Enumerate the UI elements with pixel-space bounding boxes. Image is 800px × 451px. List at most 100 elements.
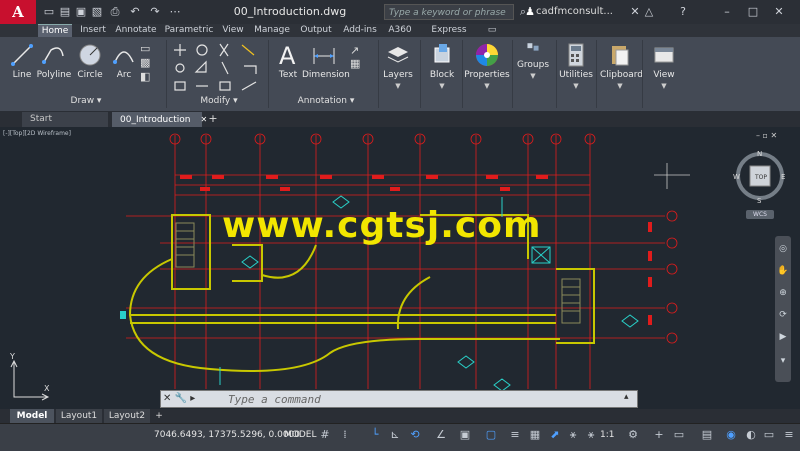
properties-tool[interactable]: Properties ▼	[464, 40, 510, 90]
save-as-icon[interactable]: ▧	[90, 5, 104, 19]
customization-icon[interactable]: ≡	[782, 428, 796, 442]
groups-dropdown-icon[interactable]: ▼	[530, 72, 535, 80]
text-tool[interactable]: A Text	[270, 40, 306, 86]
tab-a360[interactable]: A360	[386, 24, 414, 37]
redo-icon[interactable]: ↷	[148, 5, 162, 19]
properties-dropdown-icon[interactable]: ▼	[484, 82, 489, 90]
clipboard-tool[interactable]: Clipboard ▼	[600, 40, 643, 90]
clean-screen-icon[interactable]: ▭	[762, 428, 776, 442]
wcs-menu[interactable]: WCS	[746, 210, 774, 219]
close-command-line-icon[interactable]: ✕	[163, 393, 171, 404]
draw-panel-title[interactable]: Draw ▾	[56, 96, 116, 108]
showmotion-icon[interactable]: ▶	[777, 332, 789, 342]
polar-icon[interactable]: ⊾	[388, 428, 402, 442]
line-tool[interactable]: Line	[4, 40, 40, 86]
tab-manage[interactable]: Manage	[252, 24, 292, 37]
viewcube[interactable]: TOP N S E W	[732, 147, 788, 207]
model-space-button[interactable]: MODEL	[284, 430, 316, 440]
view-dropdown-icon[interactable]: ▼	[661, 82, 666, 90]
units-icon[interactable]: ▭	[672, 428, 686, 442]
close-icon[interactable]: ✕	[772, 5, 786, 19]
tab-parametric[interactable]: Parametric	[164, 24, 214, 37]
utilities-tool[interactable]: Utilities ▼	[558, 40, 594, 90]
recent-commands-icon[interactable]: ▸	[190, 393, 195, 404]
tab-layout2[interactable]: Layout2	[104, 409, 150, 423]
circle-tool[interactable]: Circle	[72, 40, 108, 86]
annotation-panel-title[interactable]: Annotation ▾	[286, 96, 366, 108]
tab-start[interactable]: Start	[22, 112, 108, 127]
save-icon[interactable]: ▣	[74, 5, 88, 19]
isodraft-icon[interactable]: ⟲	[408, 428, 422, 442]
tab-add-ins[interactable]: Add-ins	[340, 24, 380, 37]
navbar-menu-icon[interactable]: ▾	[777, 356, 789, 366]
transparency-icon[interactable]: ▦	[528, 428, 542, 442]
hatch-icon[interactable]: ▩	[140, 56, 162, 70]
tab-view[interactable]: View	[220, 24, 246, 37]
utilities-dropdown-icon[interactable]: ▼	[573, 82, 578, 90]
new-tab-icon[interactable]: +	[206, 113, 220, 125]
auto-scale-icon[interactable]: ⚹	[584, 428, 598, 442]
dimension-tool[interactable]: Dimension	[302, 40, 350, 86]
tab-layout1[interactable]: Layout1	[56, 409, 102, 423]
a360-icon[interactable]: △	[642, 5, 656, 19]
steeringwheel-icon[interactable]: ◎	[777, 244, 789, 254]
tab-express-tools[interactable]: Express Tools	[420, 24, 478, 48]
minimize-icon[interactable]: –	[720, 5, 734, 19]
tab-home[interactable]: Home	[38, 24, 72, 38]
tab-insert[interactable]: Insert	[78, 24, 108, 37]
command-history-icon[interactable]: ▴	[624, 392, 629, 402]
annotation-monitor-icon[interactable]: +	[652, 428, 666, 442]
quick-properties-icon[interactable]: ▤	[700, 428, 714, 442]
pan-icon[interactable]: ✋	[777, 266, 789, 276]
search-input[interactable]: Type a keyword or phrase	[384, 4, 514, 20]
tab-output[interactable]: Output	[298, 24, 334, 37]
annotation-small-tools[interactable]: ↗ ▦	[350, 44, 368, 94]
view-tool[interactable]: View ▼	[646, 40, 682, 90]
tab-model[interactable]: Model	[10, 409, 54, 423]
object-snap-tracking-icon[interactable]: ∠	[434, 428, 448, 442]
annotation-scale[interactable]: 1:1	[600, 430, 614, 440]
block-tool[interactable]: Block ▼	[424, 40, 460, 90]
ribbon-options-icon[interactable]: ▭	[484, 24, 500, 37]
layers-dropdown-icon[interactable]: ▼	[395, 82, 400, 90]
maximize-icon[interactable]: □	[746, 5, 760, 19]
command-line-tools[interactable]: ✕ 🔧 ▸	[163, 392, 207, 406]
hardware-acceleration-icon[interactable]: ◐	[744, 428, 758, 442]
command-input[interactable]: Type a command	[228, 393, 628, 406]
tab-document[interactable]: 00_Introduction ✕	[112, 112, 207, 127]
new-icon[interactable]: ▭	[42, 5, 56, 19]
annotation-visibility-icon[interactable]: ⚹	[566, 428, 580, 442]
snap-icon[interactable]: ⁞	[338, 428, 352, 442]
user-account[interactable]: cadfmconsult...	[536, 6, 613, 17]
application-menu-button[interactable]: A	[0, 0, 36, 24]
new-layout-icon[interactable]: +	[152, 409, 166, 423]
exchange-apps-icon[interactable]: ✕	[628, 5, 642, 19]
selection-cycling-icon[interactable]: ⬈	[548, 428, 562, 442]
groups-tool[interactable]: Groups ▼	[514, 40, 552, 86]
customize-icon[interactable]: 🔧	[175, 393, 187, 404]
workspace-dropdown-icon[interactable]: ⋯	[168, 5, 182, 19]
osnap-icon[interactable]: ▢	[484, 428, 498, 442]
plot-icon[interactable]: ⎙	[108, 5, 122, 19]
help-icon[interactable]: ?	[676, 5, 690, 19]
draw-small-tools[interactable]: ▭ ▩ ◧	[140, 42, 162, 102]
polyline-tool[interactable]: Polyline	[36, 40, 72, 86]
open-icon[interactable]: ▤	[58, 5, 72, 19]
ortho-icon[interactable]: └	[368, 428, 382, 442]
modify-panel-title[interactable]: Modify ▾	[184, 96, 254, 108]
grid-icon[interactable]: #	[318, 428, 332, 442]
gradient-icon[interactable]: ◧	[140, 70, 162, 84]
layers-tool[interactable]: Layers ▼	[380, 40, 416, 90]
tab-annotate[interactable]: Annotate	[114, 24, 158, 37]
orbit-icon[interactable]: ⟳	[777, 310, 789, 320]
object-snap-icon[interactable]: ▣	[458, 428, 472, 442]
undo-icon[interactable]: ↶	[128, 5, 142, 19]
workspace-switching-icon[interactable]: ⚙	[626, 428, 640, 442]
zoom-extents-icon[interactable]: ⊕	[777, 288, 789, 298]
leader-icon[interactable]: ↗	[350, 44, 368, 57]
coordinates-display[interactable]: 7046.6493, 17375.5296, 0.0000	[154, 430, 300, 440]
modify-tools[interactable]	[172, 42, 264, 94]
block-dropdown-icon[interactable]: ▼	[439, 82, 444, 90]
table-icon[interactable]: ▦	[350, 57, 368, 70]
arc-tool[interactable]: Arc	[106, 40, 142, 86]
